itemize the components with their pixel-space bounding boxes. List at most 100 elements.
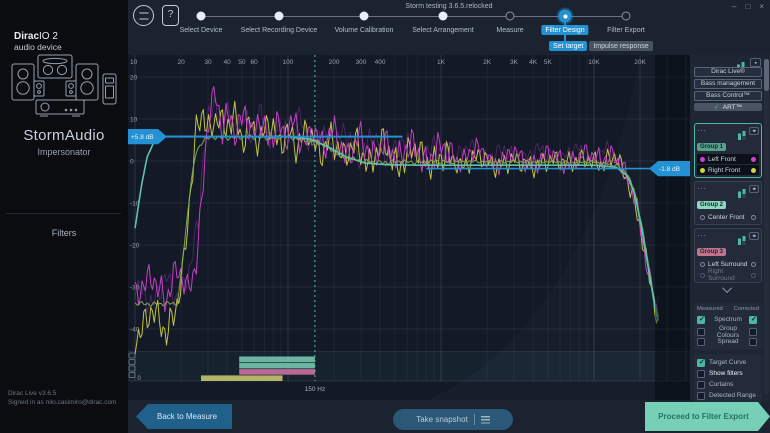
corrected-checkbox-spread[interactable]: [749, 337, 757, 346]
group-eye-icon[interactable]: [749, 126, 759, 135]
channel-name: Left Front: [708, 155, 736, 163]
step-dot-select-recording-device[interactable]: [274, 11, 284, 21]
group-menu-icon[interactable]: ···: [697, 232, 707, 240]
group-icons: [738, 126, 759, 140]
filter-band-bar[interactable]: [239, 362, 315, 369]
sidebar-item-filters[interactable]: Filters: [0, 228, 128, 238]
channel-color-dot: [751, 167, 756, 173]
freq-axis-label: 60: [250, 59, 258, 66]
freq-axis-label: 300: [356, 59, 367, 66]
step-label-select-device[interactable]: Select Device: [180, 27, 223, 34]
subtab-impulse-response[interactable]: Impulse response: [589, 41, 653, 51]
step-dot-filter-design[interactable]: [558, 9, 572, 23]
proceed-to-filter-export-button[interactable]: Proceed to Filter Export: [645, 402, 770, 431]
freq-axis-label: 10: [130, 59, 138, 66]
option-checkbox-detected-range[interactable]: [697, 391, 705, 400]
art-label: ART™: [722, 103, 743, 111]
step-dot-select-arrangement[interactable]: [438, 11, 448, 21]
option-row-detected-range: Detected Range: [697, 390, 759, 401]
measured-checkbox-spectrum[interactable]: [697, 315, 705, 324]
subtab-set-target[interactable]: Set target: [549, 41, 588, 51]
panel-columns-icon[interactable]: [737, 58, 746, 71]
option-checkbox-target-curve[interactable]: [697, 358, 705, 367]
freq-axis-label: 100: [283, 59, 294, 66]
check-icon: ✓: [713, 104, 720, 111]
option-checkbox-curtains[interactable]: [697, 380, 705, 389]
back-to-measure-button[interactable]: Back to Measure: [136, 404, 232, 429]
snapshot-list-icon[interactable]: [480, 415, 490, 424]
group-columns-icon[interactable]: [738, 185, 746, 198]
module-button-bass-management[interactable]: Bass management: [694, 79, 762, 89]
device-sidebar: DiracIO 2 audio device StormAudio Impers…: [0, 0, 128, 433]
measured-checkbox-group-colours[interactable]: [697, 328, 705, 336]
maximize-button[interactable]: □: [745, 0, 750, 13]
take-snapshot-button[interactable]: Take snapshot: [393, 409, 513, 430]
frequency-response-chart: 20 10 0 -10 -20 -30 -40 10 20 30 40 50 60 100 200 300 40…: [128, 55, 690, 400]
brand-suffix: IO 2: [39, 31, 58, 42]
measured-checkbox-spread[interactable]: [697, 337, 705, 346]
step-label-measure[interactable]: Measure: [496, 27, 523, 34]
take-snapshot-label: Take snapshot: [416, 415, 468, 424]
step-label-volume-calibration[interactable]: Volume Calibration: [335, 27, 394, 34]
db-axis-label: -30: [130, 285, 140, 292]
filter-band-bar[interactable]: [239, 369, 315, 375]
step-dot-center: [563, 14, 567, 18]
channel-row-center-front[interactable]: Center Front: [697, 212, 759, 222]
channel-row-right-front[interactable]: Right Front: [697, 165, 759, 175]
sidebar-divider: [6, 213, 121, 214]
art-toggle[interactable]: ✓ ART™: [694, 103, 762, 111]
corrected-checkbox-group-colours[interactable]: [749, 328, 757, 336]
high-frequency-curtain: [655, 55, 690, 400]
step-label-filter-export[interactable]: Filter Export: [607, 27, 645, 34]
option-checkbox-show-filters[interactable]: [697, 369, 705, 378]
corrected-checkbox-spectrum[interactable]: [749, 315, 757, 324]
panel-eye-icon[interactable]: [750, 58, 761, 67]
group-columns-icon[interactable]: [738, 127, 746, 140]
module-button-bass-control[interactable]: Bass Control™: [694, 91, 762, 101]
channel-row-left-front[interactable]: Left Front: [697, 154, 759, 164]
group-header: ···: [697, 231, 759, 245]
help-button[interactable]: ?: [162, 5, 179, 26]
filter-band-bar[interactable]: [201, 375, 283, 381]
panel-scrollbar-thumb[interactable]: [764, 59, 769, 91]
minimize-button[interactable]: –: [732, 0, 736, 13]
group-columns-icon[interactable]: [738, 232, 746, 245]
step-dot-filter-export[interactable]: [621, 11, 631, 21]
brand-logo: DiracIO 2 audio device: [14, 31, 62, 53]
panel-scrollbar-track[interactable]: [764, 59, 769, 395]
step-dot-measure[interactable]: [505, 11, 515, 21]
menu-button[interactable]: [133, 5, 154, 26]
group-menu-icon[interactable]: ···: [697, 127, 707, 135]
expand-groups-button[interactable]: [694, 283, 762, 294]
freq-axis-label: 20: [177, 59, 185, 66]
channel-row-right-surround[interactable]: Right Surround: [697, 268, 759, 282]
freq-axis-label: 400: [375, 59, 386, 66]
panel-toolbar: [694, 58, 762, 71]
step-label-select-arrangement[interactable]: Select Arrangement: [412, 27, 473, 34]
group-box-2[interactable]: ··· Group 2 Center Front: [694, 181, 762, 225]
group-chip: Group 1: [697, 143, 727, 151]
step-dot-select-device[interactable]: [196, 11, 206, 21]
filter-design-subtabs: Set target Impulse response: [549, 41, 653, 51]
step-dot-volume-calibration[interactable]: [359, 11, 369, 21]
option-label: Curtains: [709, 381, 734, 388]
legend-label: Spectrum: [714, 316, 742, 323]
freq-axis-label: 1K: [437, 59, 446, 66]
legend-label: Spread: [717, 338, 739, 345]
group-menu-icon[interactable]: ···: [697, 185, 707, 193]
group-eye-icon[interactable]: [749, 231, 759, 240]
close-button[interactable]: ×: [759, 0, 764, 13]
group-box-1[interactable]: ··· Group 1 Left Front Right Front: [694, 123, 762, 178]
freq-axis-label: 200: [329, 59, 340, 66]
step-label-filter-design[interactable]: Filter Design: [541, 25, 589, 35]
filter-band-bar[interactable]: [239, 356, 315, 363]
channel-color-dot: [700, 156, 705, 162]
option-row-target-curve: Target Curve: [697, 357, 759, 368]
button-divider: [473, 414, 475, 425]
group-eye-icon[interactable]: [749, 184, 759, 193]
group-box-3[interactable]: ··· Group 3 Left Surround Right Surround: [694, 228, 762, 283]
module-button-dirac-live[interactable]: Dirac Live®: [694, 67, 762, 77]
freq-axis-label: 2K: [483, 59, 492, 66]
step-label-select-recording-device[interactable]: Select Recording Device: [241, 27, 318, 34]
legend-row-group-colours: Group Colours: [697, 325, 759, 339]
